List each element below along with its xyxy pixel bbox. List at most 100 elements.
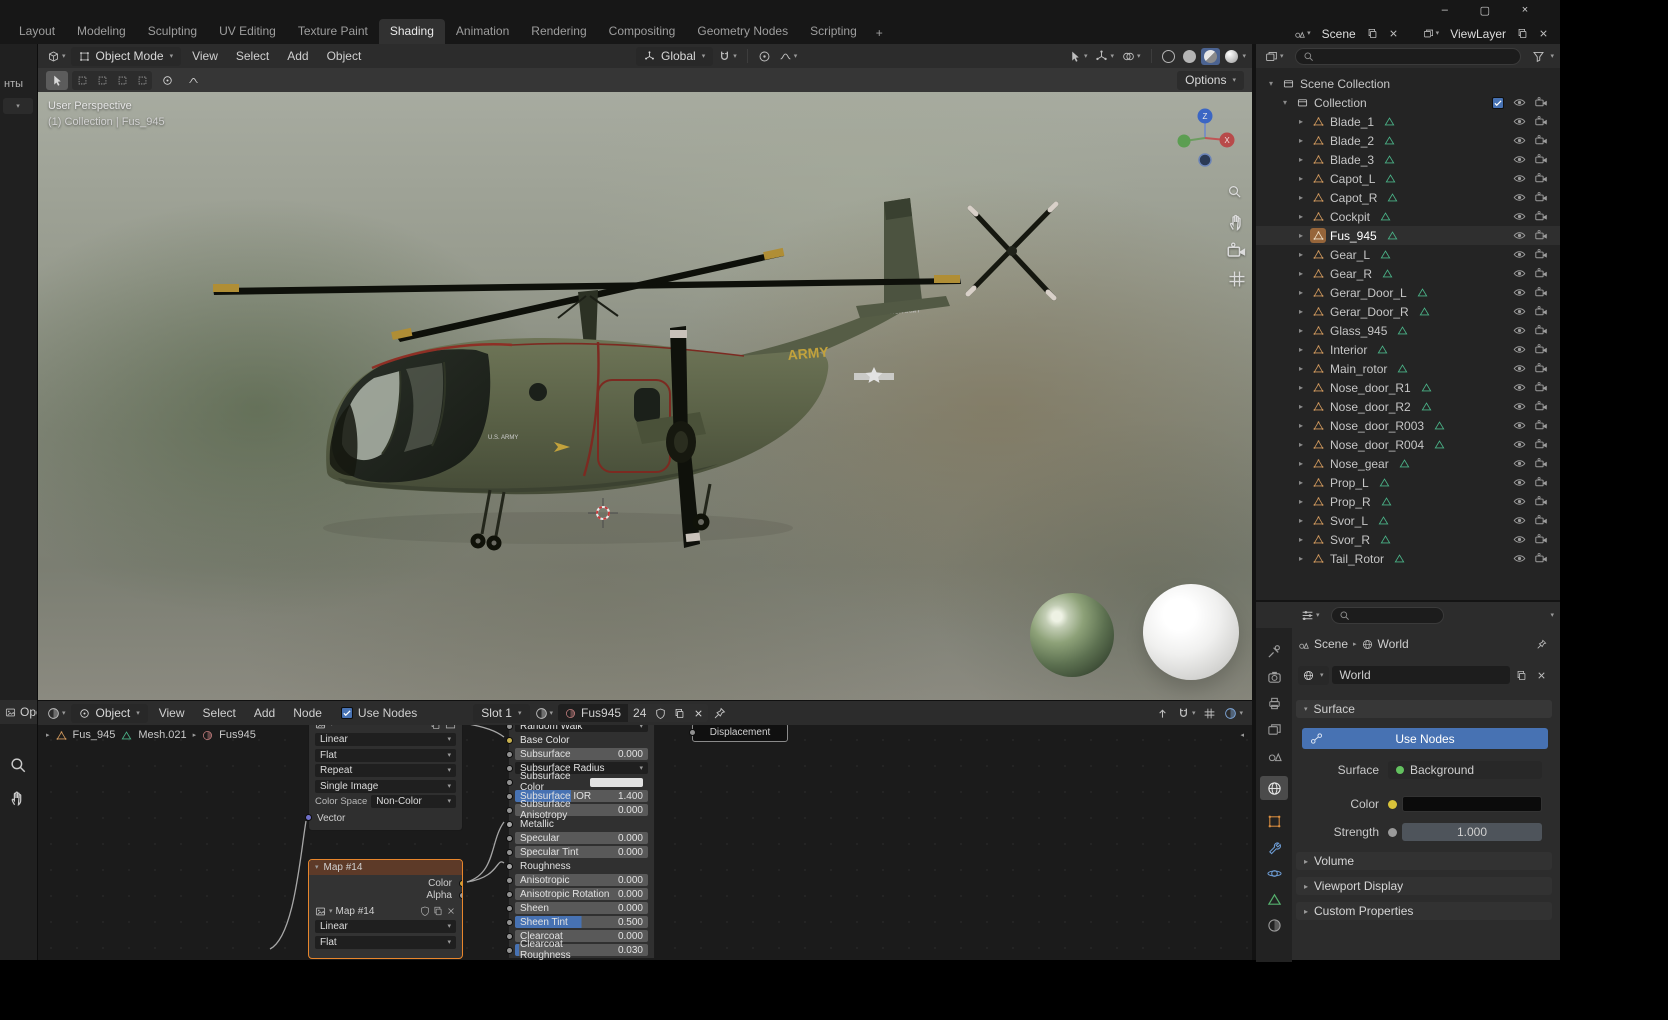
- overlays-node-icon[interactable]: [1200, 705, 1219, 722]
- workspace-tab[interactable]: Sculpting: [137, 19, 208, 44]
- outliner-object-row[interactable]: ▸ Gear_R: [1256, 264, 1560, 283]
- disclosure-icon[interactable]: ▸: [1296, 421, 1306, 430]
- view-layer-icon[interactable]: ▾: [1420, 26, 1443, 41]
- outliner-object-row[interactable]: ▸ Prop_L: [1256, 473, 1560, 492]
- material-browse-button[interactable]: ▾: [532, 705, 557, 722]
- workspace-tab[interactable]: Rendering: [520, 19, 597, 44]
- use-nodes-button[interactable]: Use Nodes: [1302, 728, 1548, 749]
- outliner-object-row[interactable]: ▸ Main_rotor: [1256, 359, 1560, 378]
- workspace-tab[interactable]: Texture Paint: [287, 19, 379, 44]
- shader-menu-item[interactable]: Add: [245, 703, 284, 723]
- object-visibility-dropdown[interactable]: ▾: [1066, 48, 1091, 65]
- render-camera-icon[interactable]: [1532, 362, 1550, 375]
- preview-sphere-icon[interactable]: ▾: [1221, 705, 1246, 722]
- render-camera-icon[interactable]: [1532, 191, 1550, 204]
- node-dropdown[interactable]: Flat ▾: [315, 748, 456, 762]
- outliner-object-row[interactable]: ▸ Gear_L: [1256, 245, 1560, 264]
- input-socket[interactable]: [505, 904, 513, 912]
- collection-row[interactable]: ▾ Collection: [1256, 93, 1560, 112]
- input-socket[interactable]: [505, 820, 513, 828]
- path-mesh[interactable]: Mesh.021: [138, 729, 186, 741]
- unlink-image-icon[interactable]: [446, 906, 456, 916]
- window-minimize-button[interactable]: –: [1442, 4, 1448, 16]
- render-camera-icon[interactable]: [1532, 267, 1550, 280]
- fake-user-shield-icon[interactable]: [651, 704, 671, 722]
- input-socket[interactable]: [505, 932, 513, 940]
- collapsed-panel-header[interactable]: ▸ Viewport Display: [1296, 877, 1552, 895]
- surface-shader-selector[interactable]: Background: [1388, 761, 1542, 779]
- select-mode-extend-icon[interactable]: [92, 71, 112, 90]
- mode-selector[interactable]: Object Mode ▾: [70, 46, 182, 66]
- disclosure-icon[interactable]: ▸: [1296, 117, 1306, 126]
- navigation-gizmo[interactable]: Z X: [1173, 106, 1237, 170]
- disclosure-icon[interactable]: ▸: [1296, 212, 1306, 221]
- input-socket[interactable]: [505, 862, 513, 870]
- render-camera-icon[interactable]: [1532, 533, 1550, 546]
- disclosure-icon[interactable]: ▸: [1296, 383, 1306, 392]
- render-camera-icon[interactable]: [1532, 419, 1550, 432]
- viewport-menu-item[interactable]: Select: [227, 46, 278, 66]
- alpha-output-socket[interactable]: [459, 892, 462, 899]
- select-circle-icon[interactable]: [156, 71, 178, 90]
- scene-collection-row[interactable]: ▾ Scene Collection: [1256, 74, 1560, 93]
- outliner-object-row[interactable]: ▸ Nose_door_R2: [1256, 397, 1560, 416]
- material-name-field[interactable]: Fus945: [558, 704, 629, 722]
- input-socket[interactable]: [505, 890, 513, 898]
- go-parent-node-icon[interactable]: [1153, 705, 1172, 722]
- outliner-object-row[interactable]: ▸ Tail_Rotor: [1256, 549, 1560, 568]
- color-space-dropdown[interactable]: Non-Color ▾: [371, 795, 456, 808]
- disclosure-icon[interactable]: ▾: [1266, 79, 1276, 88]
- render-camera-icon[interactable]: [1532, 514, 1550, 527]
- hide-eye-icon[interactable]: [1510, 286, 1528, 299]
- render-camera-icon[interactable]: [1532, 210, 1550, 223]
- tab-view-layer[interactable]: [1260, 717, 1288, 741]
- hide-eye-icon[interactable]: [1510, 457, 1528, 470]
- hide-eye-icon[interactable]: [1510, 115, 1528, 128]
- select-mode-new-icon[interactable]: [72, 71, 92, 90]
- workspace-tab[interactable]: Geometry Nodes: [686, 19, 799, 44]
- bsdf-input-row[interactable]: Roughness ▾: [505, 860, 648, 872]
- disclosure-icon[interactable]: ▸: [1296, 459, 1306, 468]
- orthographic-toggle-icon[interactable]: [1227, 269, 1247, 289]
- path-object[interactable]: Fus_945: [73, 729, 116, 741]
- disclosure-icon[interactable]: ▸: [1296, 402, 1306, 411]
- bsdf-input-row[interactable]: Sheen Tint 0.500 ▾: [505, 916, 648, 928]
- tab-tool[interactable]: [1260, 639, 1288, 663]
- hide-eye-icon[interactable]: [1510, 324, 1528, 337]
- outliner-search-input[interactable]: [1294, 47, 1522, 65]
- shading-options-chevron[interactable]: ▾: [1243, 53, 1247, 60]
- hide-eye-icon[interactable]: [1510, 514, 1528, 527]
- unlink-scene-button[interactable]: [1385, 26, 1402, 41]
- bsdf-input-row[interactable]: Subsurface 0.000 ▾: [505, 748, 648, 760]
- render-camera-icon[interactable]: [1532, 324, 1550, 337]
- input-socket[interactable]: [505, 834, 513, 842]
- copy-image-icon[interactable]: [433, 906, 443, 916]
- outliner-object-row[interactable]: ▸ Cockpit: [1256, 207, 1560, 226]
- material-users-count[interactable]: 24: [628, 704, 652, 722]
- hide-eye-icon[interactable]: [1510, 305, 1528, 318]
- outliner-editor-type-button[interactable]: ▾: [1262, 48, 1287, 65]
- select-mode-subtract-icon[interactable]: [112, 71, 132, 90]
- surface-panel-header[interactable]: ▾ Surface: [1296, 700, 1552, 718]
- tab-physics[interactable]: [1260, 861, 1288, 885]
- filter-icon[interactable]: [1529, 48, 1548, 65]
- outliner-object-row[interactable]: ▸ Nose_gear: [1256, 454, 1560, 473]
- outliner-object-row[interactable]: ▸ Gerar_Door_L: [1256, 283, 1560, 302]
- disclosure-icon[interactable]: ▸: [1296, 136, 1306, 145]
- bsdf-input-row[interactable]: Subsurface Color ▾: [505, 771, 648, 793]
- render-camera-icon[interactable]: [1532, 552, 1550, 565]
- select-lasso-icon[interactable]: [182, 71, 204, 90]
- workspace-tab[interactable]: Shading: [378, 19, 445, 44]
- disclosure-icon[interactable]: ▸: [1296, 231, 1306, 240]
- render-camera-icon[interactable]: [1532, 343, 1550, 356]
- path-right-collapse-icon[interactable]: ◂: [1240, 732, 1244, 739]
- color-swatch[interactable]: [590, 777, 643, 787]
- node-dropdown[interactable]: Linear ▾: [315, 920, 456, 933]
- input-socket[interactable]: [505, 918, 513, 926]
- disclosure-icon[interactable]: ▸: [1296, 440, 1306, 449]
- world-browse-button[interactable]: ▾: [1298, 665, 1329, 685]
- outliner-object-row[interactable]: ▸ Nose_door_R004: [1256, 435, 1560, 454]
- render-camera-icon[interactable]: [1532, 229, 1550, 242]
- render-camera-icon[interactable]: [1532, 286, 1550, 299]
- transform-orientation-selector[interactable]: Global ▾: [636, 46, 714, 66]
